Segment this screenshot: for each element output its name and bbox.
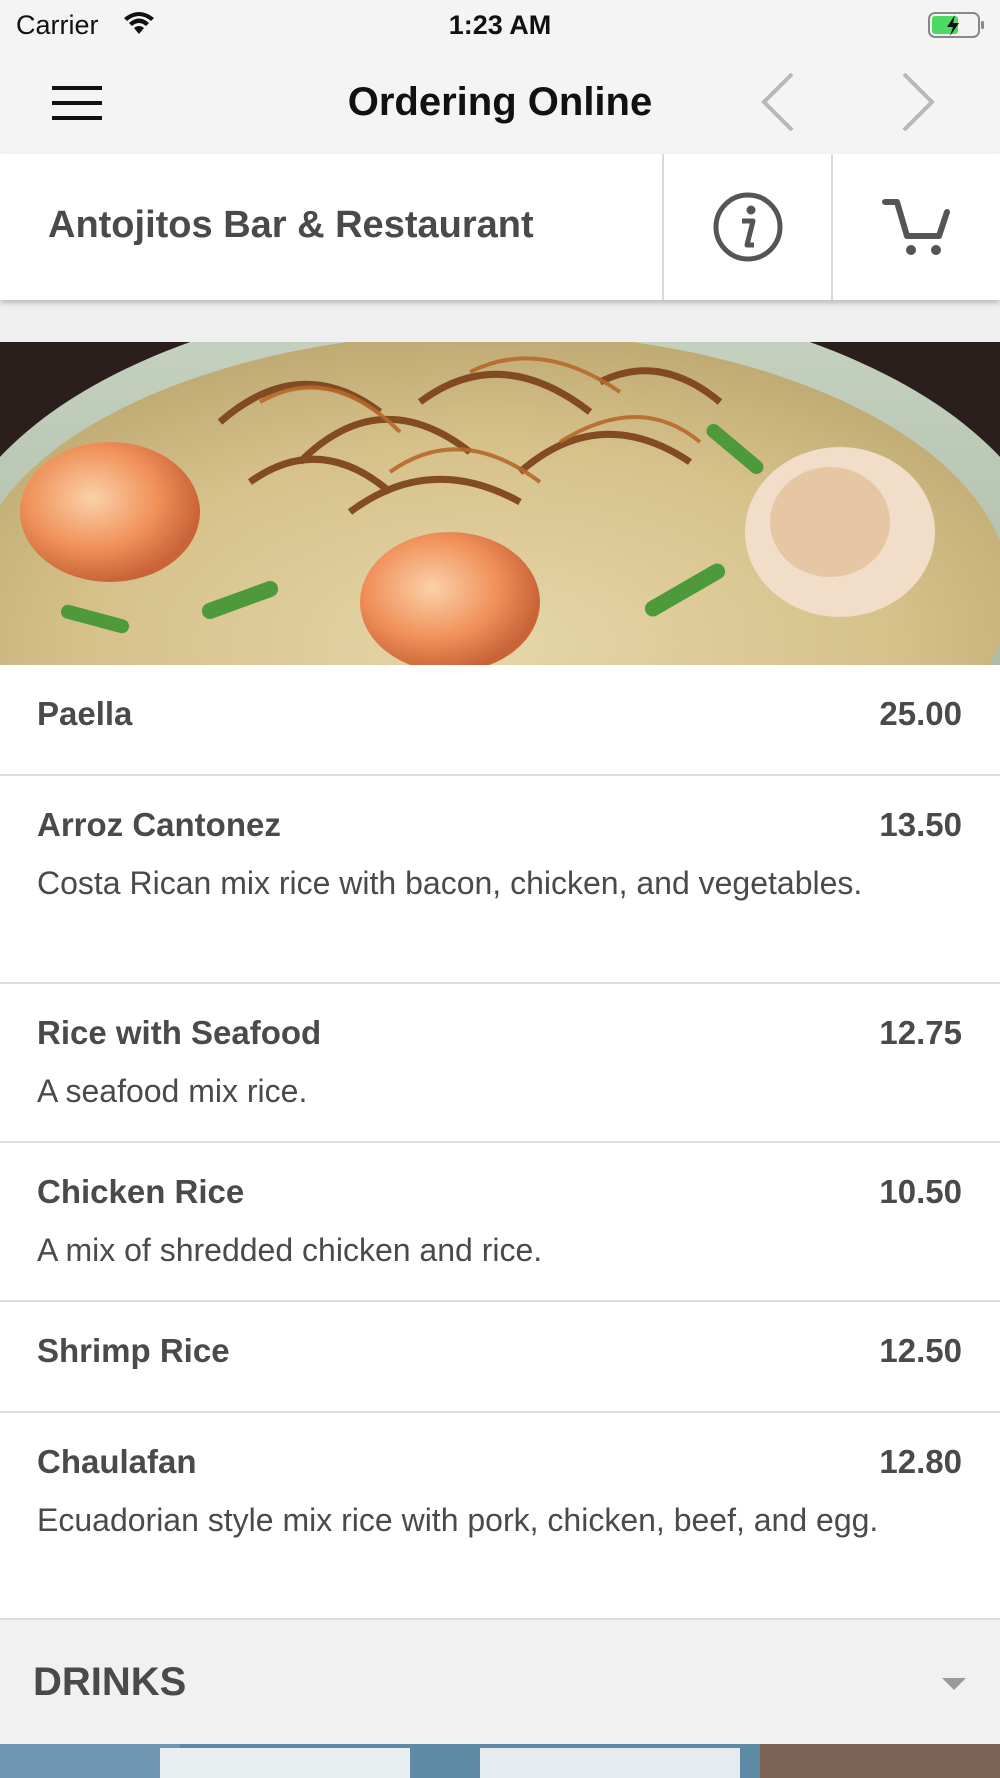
chevron-left-icon[interactable] [752,66,808,138]
category-hero-image [0,342,1000,665]
drinks-hero-image [0,1744,1000,1778]
page-title: Ordering Online [347,80,653,124]
restaurant-header: Antojitos Bar & Restaurant [0,154,1000,300]
item-name: Shrimp Rice [37,1332,230,1369]
menu-item[interactable]: Chicken Rice 10.50 A mix of shredded chi… [0,1143,1000,1302]
category-header-drinks[interactable]: DRINKS [0,1620,1000,1744]
item-price: 25.00 [879,695,962,732]
navigation-bar: Ordering Online [0,52,1000,154]
info-button[interactable] [664,154,831,300]
menu-item[interactable]: Shrimp Rice 12.50 [0,1302,1000,1413]
item-price: 13.50 [879,806,962,843]
info-icon [713,192,782,262]
item-description: A mix of shredded chicken and rice. [37,1232,543,1268]
item-price: 12.50 [879,1332,962,1369]
item-name: Paella [37,695,133,732]
section-gap [0,300,1000,342]
item-price: 10.50 [879,1173,962,1210]
item-description: Costa Rican mix rice with bacon, chicken… [37,865,863,901]
menu-item[interactable]: Arroz Cantonez 13.50 Costa Rican mix ric… [0,776,1000,984]
category-title: DRINKS [33,1660,187,1704]
status-time: 1:23 AM [448,10,552,40]
item-name: Chaulafan [37,1443,197,1480]
item-price: 12.80 [879,1443,962,1480]
item-price: 12.75 [879,1014,962,1051]
cart-button[interactable] [833,154,1000,300]
item-name: Chicken Rice [37,1173,245,1210]
cart-icon [881,199,950,255]
menu-item-list: Paella 25.00 Arroz Cantonez 13.50 Costa … [0,665,1000,1620]
status-bar: Carrier 1:23 AM [0,0,1000,52]
menu-item[interactable]: Rice with Seafood 12.75 A seafood mix ri… [0,984,1000,1143]
item-name: Arroz Cantonez [37,806,281,843]
item-description: Ecuadorian style mix rice with pork, chi… [37,1502,879,1538]
chevron-right-icon[interactable] [890,66,946,138]
menu-item[interactable]: Chaulafan 12.80 Ecuadorian style mix ric… [0,1413,1000,1620]
restaurant-name: Antojitos Bar & Restaurant [48,204,534,246]
caret-down-icon [942,1678,966,1690]
menu-item[interactable]: Paella 25.00 [0,665,1000,776]
item-name: Rice with Seafood [37,1014,322,1051]
battery-icon [928,12,984,38]
item-description: A seafood mix rice. [37,1073,308,1109]
